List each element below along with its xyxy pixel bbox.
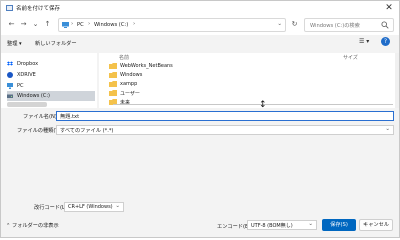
save-button[interactable]: 保存(S) bbox=[322, 219, 356, 231]
new-folder-button[interactable]: 新しいフォルダー bbox=[35, 40, 77, 47]
list-item[interactable]: WebWorks_NetBeans bbox=[109, 62, 309, 71]
list-item[interactable]: xampp bbox=[109, 80, 309, 89]
search-placeholder: Windows (C:)の検索 bbox=[310, 23, 360, 29]
column-header-name[interactable]: 名前 bbox=[119, 54, 129, 61]
search-box[interactable]: Windows (C:)の検索 bbox=[304, 18, 394, 32]
vertical-scrollbar[interactable] bbox=[395, 53, 399, 108]
recent-locations-dropdown[interactable]: ⌄ bbox=[31, 20, 40, 29]
folder-icon bbox=[109, 81, 117, 87]
forward-button[interactable]: → bbox=[19, 20, 28, 29]
navigation-pane: Dropbox XDRIVE PC Windows (C:) bbox=[1, 53, 97, 108]
chevron-down-icon: ⌄ bbox=[308, 221, 313, 227]
folder-icon bbox=[109, 72, 117, 78]
pane-splitter[interactable] bbox=[113, 104, 393, 105]
file-name: Windows bbox=[120, 72, 143, 78]
line-break-select[interactable]: CR+LF (Windows) ⌄ bbox=[64, 202, 124, 212]
help-button[interactable]: ? bbox=[381, 37, 390, 46]
dropbox-icon bbox=[7, 61, 13, 66]
list-item[interactable]: 未来 bbox=[109, 98, 309, 107]
breadcrumb-pc[interactable]: PC bbox=[77, 22, 84, 28]
refresh-button[interactable]: ↻ bbox=[290, 20, 299, 29]
search-icon bbox=[381, 21, 389, 29]
view-options-button[interactable]: ☰ ▾ bbox=[359, 38, 369, 45]
organize-button[interactable]: 整理 ▾ bbox=[7, 40, 22, 47]
xdrive-icon bbox=[7, 72, 13, 78]
file-list: 名前 サイズ WebWorks_NetBeans Windows xampp ユ… bbox=[99, 53, 399, 108]
file-type-select[interactable]: すべてのファイル (*.*) ⌄ bbox=[56, 125, 394, 135]
pc-icon bbox=[7, 83, 13, 89]
chevron-down-icon: ⌄ bbox=[115, 203, 120, 209]
navigation-bar: ← → ⌄ ↑ › PC › Windows (C:) › ⌄ ↻ Window… bbox=[1, 15, 399, 35]
folder-icon bbox=[109, 90, 117, 96]
chevron-down-icon: ⌄ bbox=[385, 126, 390, 132]
sidebar-item-windows-c[interactable]: Windows (C:) bbox=[7, 91, 95, 101]
pc-icon bbox=[62, 22, 69, 28]
list-item[interactable]: ユーザー bbox=[109, 89, 309, 98]
sidebar-item-xdrive[interactable]: XDRIVE bbox=[7, 70, 95, 80]
sidebar-item-label: PC bbox=[17, 83, 24, 89]
up-button[interactable]: ↑ bbox=[43, 20, 52, 29]
resize-cursor-icon: ↕ bbox=[259, 100, 267, 108]
encoding-select[interactable]: UTF-8 (BOM無し) ⌄ bbox=[247, 220, 317, 230]
sidebar-item-label: Windows (C:) bbox=[17, 93, 50, 99]
file-name: xampp bbox=[120, 81, 138, 87]
breadcrumb-separator: › bbox=[88, 21, 91, 27]
address-dropdown-icon[interactable]: ⌄ bbox=[277, 21, 282, 27]
sidebar-item-pc[interactable]: PC bbox=[7, 81, 95, 91]
file-name: WebWorks_NetBeans bbox=[120, 63, 173, 69]
encoding-value: UTF-8 (BOM無し) bbox=[251, 223, 293, 229]
list-item[interactable]: Windows bbox=[109, 71, 309, 80]
title-bar: 名前を付けて保存 ✕ bbox=[1, 1, 399, 15]
breadcrumb-separator: › bbox=[133, 21, 136, 27]
cancel-button[interactable]: キャンセル bbox=[359, 219, 393, 231]
file-name-label: ファイル名(N): bbox=[23, 114, 59, 120]
column-header-size[interactable]: サイズ bbox=[343, 54, 358, 61]
save-as-dialog: 名前を付けて保存 ✕ ← → ⌄ ↑ › PC › Windows (C:) ›… bbox=[0, 0, 400, 238]
file-name-value: 無題.txt bbox=[60, 114, 80, 120]
sidebar-item-obscured[interactable] bbox=[7, 102, 47, 107]
sidebar-item-dropbox[interactable]: Dropbox bbox=[7, 59, 95, 69]
file-name: ユーザー bbox=[120, 91, 140, 97]
folder-icon bbox=[109, 63, 117, 69]
notepad-icon bbox=[6, 5, 13, 11]
back-button[interactable]: ← bbox=[7, 20, 16, 29]
breadcrumb-windows-c[interactable]: Windows (C:) bbox=[94, 22, 128, 28]
file-type-value: すべてのファイル (*.*) bbox=[60, 128, 114, 134]
sidebar-item-label: XDRIVE bbox=[17, 72, 36, 78]
breadcrumb-separator: › bbox=[71, 21, 74, 27]
window-title: 名前を付けて保存 bbox=[16, 6, 61, 12]
address-bar[interactable]: › PC › Windows (C:) › ⌄ bbox=[58, 18, 286, 32]
hide-folders-button[interactable]: ⌃ フォルダーの非表示 bbox=[6, 222, 59, 229]
command-bar: 整理 ▾ 新しいフォルダー ☰ ▾ ? bbox=[1, 35, 399, 51]
file-name-input[interactable]: 無題.txt bbox=[56, 111, 394, 121]
drive-icon bbox=[7, 94, 13, 98]
line-break-value: CR+LF (Windows) bbox=[68, 204, 113, 210]
close-button[interactable]: ✕ bbox=[384, 3, 394, 13]
sidebar-item-label: Dropbox bbox=[17, 61, 39, 67]
